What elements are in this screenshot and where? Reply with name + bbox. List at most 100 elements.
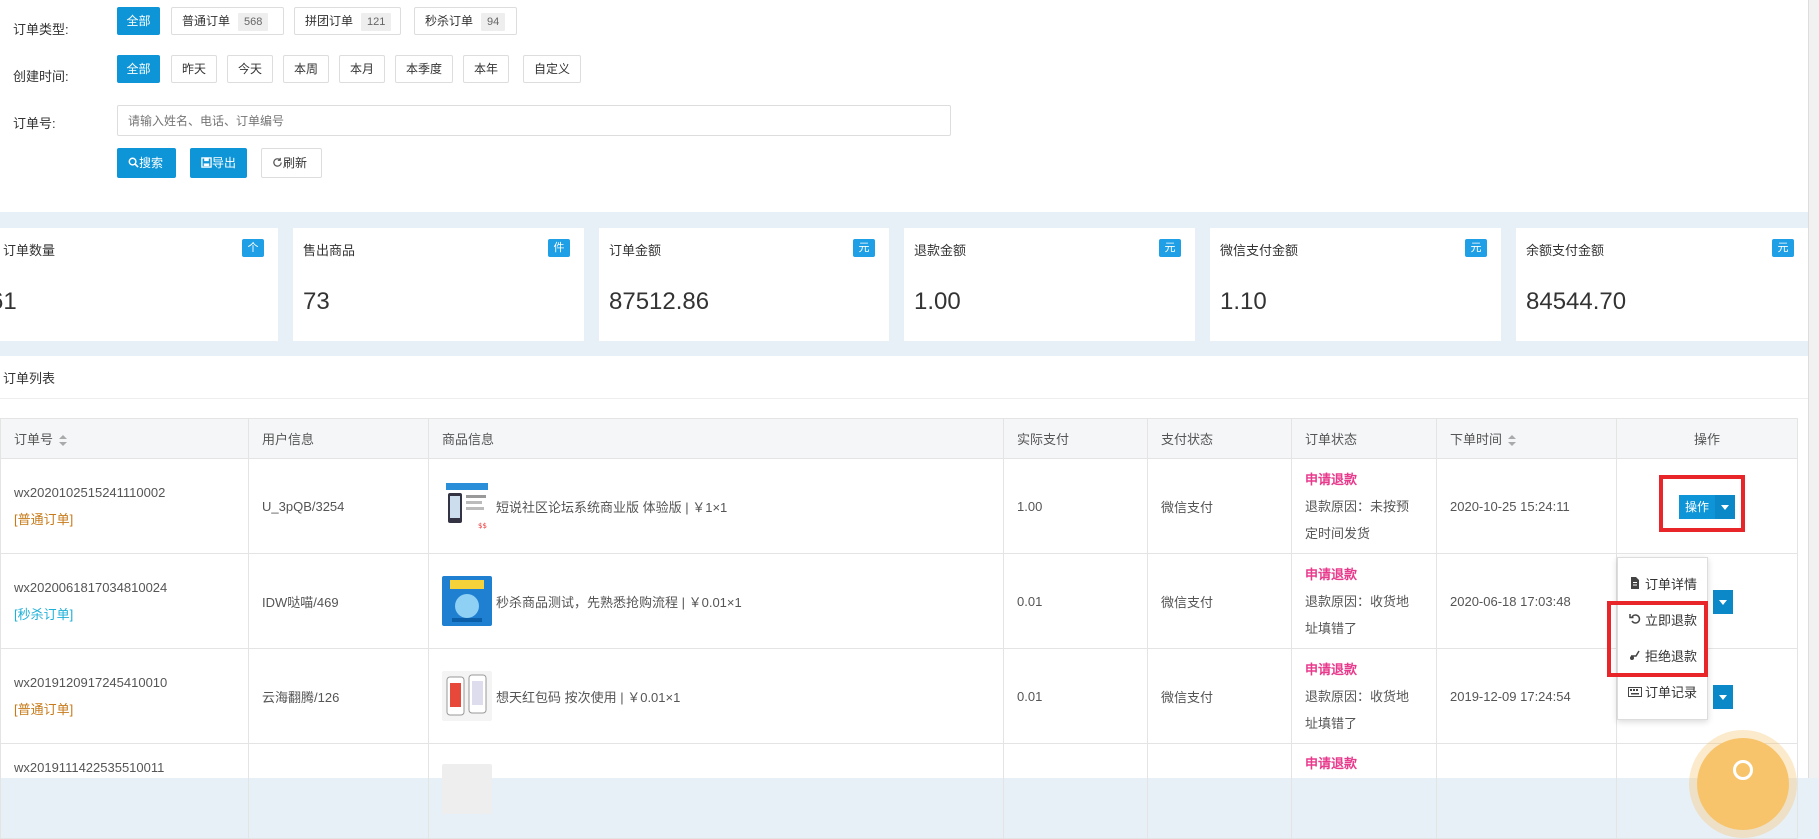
stat-label: 退款金额 [914, 243, 967, 258]
column-header-order-time[interactable]: 下单时间 [1436, 418, 1617, 459]
search-button[interactable]: 搜索 [117, 148, 176, 178]
stat-card-order-count: 订单数量 个 61 [0, 228, 278, 341]
table-row: wx2020102515241110002 [普通订单] U_3pQB/3254 … [0, 458, 1798, 554]
chip-label: 全部 [126, 14, 151, 28]
stat-value: 1.10 [1220, 288, 1267, 315]
column-header-label: 支付状态 [1161, 432, 1214, 447]
product-thumbnail: $$ [442, 481, 492, 531]
order-type-all-chip[interactable]: 全部 [117, 7, 160, 35]
stat-unit-badge: 个 [242, 239, 264, 257]
column-header-label: 用户信息 [262, 432, 315, 447]
menu-item-order-log[interactable]: 订单记录 [1618, 680, 1707, 706]
chip-label: 今天 [237, 62, 262, 76]
order-status: 申请退款 [1305, 661, 1358, 677]
stat-unit-badge: 件 [548, 239, 570, 257]
refund-reason-line-1: 退款原因：收货地 [1305, 688, 1410, 704]
floating-help-button[interactable] [1697, 738, 1789, 830]
order-no[interactable]: wx2019120917245410010 [14, 673, 248, 693]
create-time-label: 创建时间: [13, 69, 69, 84]
refresh-button[interactable]: 刷新 [261, 148, 322, 178]
paid-cell: 1.00 [1003, 458, 1148, 554]
time-quarter-chip[interactable]: 本季度 [395, 55, 453, 83]
time-custom-chip[interactable]: 自定义 [523, 55, 581, 83]
goods-cell: 秒杀商品测试，先熟悉抢购流程 | ￥0.01×1 [428, 553, 1004, 649]
chip-label: 普通订单 [182, 14, 231, 28]
order-time: 2019-12-09 17:24:54 [1450, 688, 1571, 704]
order-status: 申请退款 [1305, 471, 1358, 487]
order-no[interactable]: wx2019111422535510011 [14, 758, 248, 778]
order-time-cell: 2020-10-25 15:24:11 [1436, 458, 1617, 554]
chip-label: 本周 [293, 62, 318, 76]
chip-count: 94 [481, 13, 506, 31]
scrollbar[interactable] [1808, 0, 1819, 778]
row-3-action-dropdown-toggle[interactable] [1713, 685, 1733, 709]
highlight-box [1659, 475, 1745, 532]
row-2-action-dropdown-toggle[interactable] [1713, 590, 1733, 614]
time-month-chip[interactable]: 本月 [339, 55, 385, 83]
order-type-group-buy-chip[interactable]: 拼团订单 121 [294, 7, 401, 35]
order-time-cell: 2020-06-18 17:03:48 [1436, 553, 1617, 649]
user-info: U_3pQB/3254 [262, 498, 345, 514]
stat-label: 微信支付金额 [1220, 243, 1299, 258]
column-header-user: 用户信息 [248, 418, 429, 459]
order-no[interactable]: wx2020061817034810024 [14, 578, 248, 598]
time-week-chip[interactable]: 本周 [283, 55, 329, 83]
search-input[interactable] [117, 105, 951, 136]
order-type-normal-chip[interactable]: 普通订单 568 [171, 7, 284, 35]
pay-status-cell: 微信支付 [1147, 458, 1292, 554]
column-header-goods: 商品信息 [428, 418, 1004, 459]
keyboard-icon [1628, 681, 1642, 707]
stat-value: 84544.70 [1526, 288, 1627, 315]
chip-label: 秒杀订单 [425, 14, 474, 28]
table-row: wx2020061817034810024 [秒杀订单] IDW哒喵/469 秒杀… [0, 553, 1798, 649]
pay-status-cell: 微信支付 [1147, 553, 1292, 649]
export-button[interactable]: 导出 [190, 148, 247, 178]
order-type-seckill-chip[interactable]: 秒杀订单 94 [414, 7, 517, 35]
stat-card-sold-goods: 售出商品 件 73 [293, 228, 584, 341]
stat-label: 售出商品 [303, 243, 356, 258]
chip-label: 本季度 [405, 62, 442, 76]
sort-icon[interactable] [1508, 434, 1517, 447]
column-header-label: 实际支付 [1017, 432, 1070, 447]
paid-amount: 1.00 [1017, 498, 1043, 514]
time-all-chip[interactable]: 全部 [117, 55, 160, 83]
order-list-title: 订单列表 [3, 371, 56, 386]
stat-card-balance-amount: 余额支付金额 元 84544.70 [1516, 228, 1808, 341]
goods-cell: $$ 短说社区论坛系统商业版 体验版 | ￥1×1 [428, 458, 1004, 554]
order-status-cell: 申请退款 退款原因：未按预 定时间发货 [1291, 458, 1437, 554]
goods-text: 短说社区论坛系统商业版 体验版 | ￥1×1 [496, 499, 728, 515]
stat-label: 订单数量 [3, 243, 56, 258]
refund-reason-line-2: 定时间发货 [1305, 525, 1371, 541]
chip-label: 本月 [349, 62, 374, 76]
stat-value: 87512.86 [609, 288, 710, 315]
table-row: wx2019120917245410010 [普通订单] 云海翻腾/126 想天红… [0, 648, 1798, 744]
refresh-icon [273, 157, 282, 167]
sort-icon[interactable] [59, 434, 68, 447]
order-no[interactable]: wx2020102515241110002 [14, 483, 248, 503]
chip-count: 121 [361, 13, 392, 31]
column-header-order-no[interactable]: 订单号 [0, 418, 249, 459]
refresh-button-label: 刷新 [283, 156, 308, 170]
time-yesterday-chip[interactable]: 昨天 [171, 55, 217, 83]
menu-item-order-detail[interactable]: 订单详情 [1618, 572, 1707, 598]
chip-label: 自定义 [533, 62, 570, 76]
order-time-cell [1436, 743, 1617, 839]
stat-card-refund-amount: 退款金额 元 1.00 [904, 228, 1195, 341]
goods-cell [428, 743, 1004, 839]
product-thumbnail [442, 671, 492, 721]
stat-label: 余额支付金额 [1526, 243, 1605, 258]
refund-reason-line-1: 退款原因：收货地 [1305, 593, 1410, 609]
user-cell [248, 743, 429, 839]
user-cell: IDW哒喵/469 [248, 553, 429, 649]
column-header-label: 商品信息 [442, 432, 495, 447]
column-header-actions: 操作 [1616, 418, 1798, 459]
column-header-label: 订单状态 [1305, 432, 1358, 447]
stat-card-order-amount: 订单金额 元 87512.86 [599, 228, 889, 341]
stat-unit-badge: 元 [1159, 239, 1181, 257]
column-header-order-status: 订单状态 [1291, 418, 1437, 459]
time-year-chip[interactable]: 本年 [463, 55, 509, 83]
chip-label: 本年 [473, 62, 498, 76]
time-today-chip[interactable]: 今天 [227, 55, 273, 83]
orders-table: 订单号 用户信息 商品信息 实际支付 支付状态 订单状态 下单时间 操作 wx2… [0, 418, 1798, 839]
product-thumbnail [442, 764, 492, 814]
